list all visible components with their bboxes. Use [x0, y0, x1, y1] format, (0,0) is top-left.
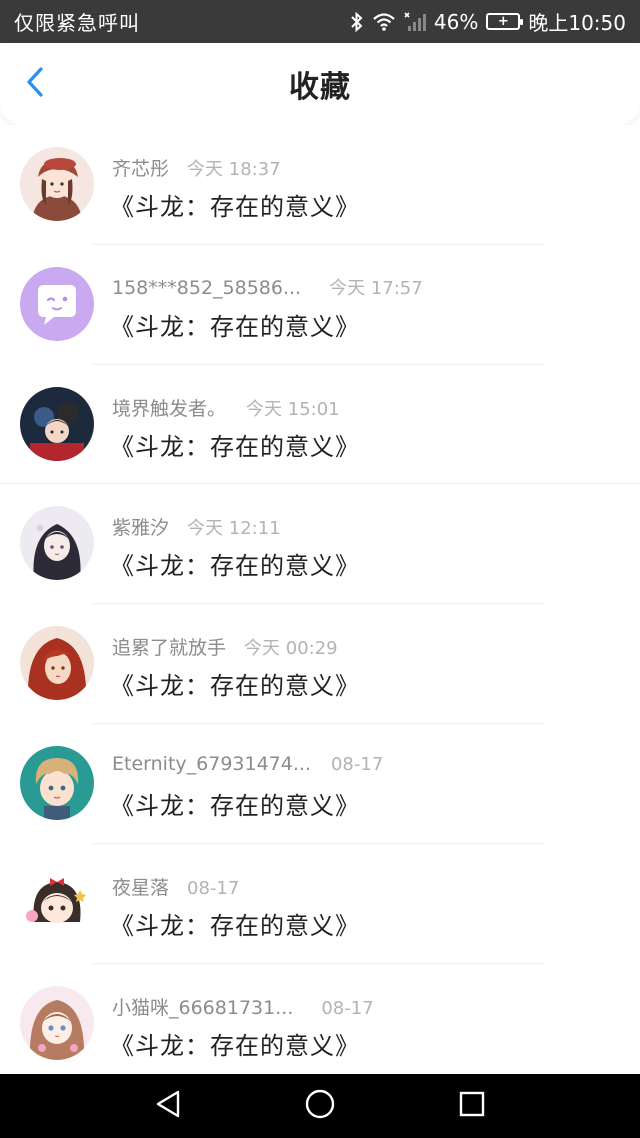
page-title: 收藏 — [289, 70, 351, 105]
circle-home-icon — [304, 1088, 336, 1124]
battery-percent: 46% — [433, 9, 479, 34]
favorite-title[interactable]: 《斗龙：存在的意义》 — [110, 307, 360, 342]
wifi-icon — [372, 12, 396, 32]
header: 收藏 — [0, 43, 640, 125]
item-meta: 境界触发者。 今天 15:01 — [112, 394, 340, 421]
user-name[interactable]: 境界触发者。 — [112, 394, 226, 421]
timestamp: 今天 00:29 — [244, 638, 338, 660]
avatar-dark-hair-girl[interactable] — [20, 506, 94, 581]
list-item[interactable]: 紫雅汐 今天 12:11 《斗龙：存在的意义》 — [0, 484, 640, 605]
list-item[interactable]: 齐芯彤 今天 18:37 《斗龙：存在的意义》 — [0, 125, 640, 245]
bluetooth-icon — [350, 11, 364, 32]
favorite-title[interactable]: 《斗龙：存在的意义》 — [110, 427, 360, 462]
item-meta: 158***852_58586... 今天 17:57 — [112, 274, 423, 300]
avatar-pink-girl[interactable] — [20, 985, 94, 1060]
square-recents-icon — [458, 1090, 486, 1122]
user-name[interactable]: 小猫咪_66681731... — [112, 993, 293, 1020]
favorite-title[interactable]: 《斗龙：存在的意义》 — [110, 786, 360, 821]
favorite-title[interactable]: 《斗龙：存在的意义》 — [110, 1026, 360, 1061]
user-name[interactable]: 齐芯彤 — [112, 154, 169, 181]
nav-recents-button[interactable] — [448, 1082, 496, 1130]
item-meta: 夜星落 08-17 — [112, 873, 239, 900]
timestamp: 08-17 — [330, 753, 384, 775]
list-item[interactable]: 158***852_58586... 今天 17:57 《斗龙：存在的意义》 — [0, 244, 640, 365]
avatar-purple-chat[interactable] — [20, 266, 94, 341]
list-item[interactable]: 小猫咪_66681731... 08-17 《斗龙：存在的意义》 — [0, 963, 640, 1084]
back-button[interactable] — [18, 67, 52, 101]
avatar-red-hair[interactable] — [20, 626, 94, 701]
favorite-title[interactable]: 《斗龙：存在的意义》 — [110, 187, 360, 222]
signal-icon — [404, 11, 426, 32]
timestamp: 今天 18:37 — [187, 159, 281, 180]
user-name[interactable]: 夜星落 — [112, 873, 169, 900]
list-item[interactable]: 境界触发者。 今天 15:01 《斗龙：存在的意义》 — [0, 364, 640, 485]
item-meta: 齐芯彤 今天 18:37 — [112, 154, 281, 181]
favorite-title[interactable]: 《斗龙：存在的意义》 — [110, 666, 360, 701]
user-name[interactable]: 158***852_58586... — [112, 277, 301, 299]
list-item[interactable]: 追累了就放手 今天 00:29 《斗龙：存在的意义》 — [0, 604, 640, 724]
status-icons: 46% + 晚上10:50 — [350, 7, 626, 36]
favorites-list: 齐芯彤 今天 18:37 《斗龙：存在的意义》 158***852_58586.… — [0, 125, 640, 1084]
triangle-back-icon — [154, 1089, 182, 1123]
item-meta: 小猫咪_66681731... 08-17 — [112, 993, 374, 1020]
item-meta: 紫雅汐 今天 12:11 — [112, 513, 281, 540]
list-item[interactable]: Eternity_67931474... 08-17 《斗龙：存在的意义》 — [0, 723, 640, 844]
status-time: 晚上10:50 — [528, 11, 626, 35]
timestamp: 08-17 — [187, 877, 240, 899]
timestamp: 今天 15:01 — [246, 398, 340, 420]
nav-home-button[interactable] — [296, 1082, 344, 1130]
battery-icon: + — [486, 13, 524, 30]
system-nav-bar — [0, 1074, 640, 1138]
item-meta: 追累了就放手 今天 00:29 — [112, 633, 338, 660]
user-name[interactable]: Eternity_67931474... — [112, 753, 311, 775]
avatar-anime-group[interactable] — [20, 386, 94, 461]
favorite-title[interactable]: 《斗龙：存在的意义》 — [110, 546, 360, 581]
status-bar: 仅限紧急呼叫 46% + 晚上10:50 — [0, 0, 640, 43]
timestamp: 今天 17:57 — [329, 277, 423, 299]
user-name[interactable]: 紫雅汐 — [112, 513, 169, 540]
avatar-girl-beret[interactable] — [20, 147, 94, 221]
timestamp: 08-17 — [321, 997, 374, 1019]
item-meta: Eternity_67931474... 08-17 — [112, 753, 383, 775]
list-item[interactable]: 夜星落 08-17 《斗龙：存在的意义》 — [0, 843, 640, 964]
user-name[interactable]: 追累了就放手 — [112, 633, 226, 660]
carrier-text: 仅限紧急呼叫 — [14, 11, 140, 35]
avatar-blond-boy[interactable] — [20, 745, 94, 820]
timestamp: 今天 12:11 — [187, 518, 281, 540]
chevron-left-icon — [25, 66, 45, 102]
nav-back-button[interactable] — [144, 1082, 192, 1130]
avatar-chibi-bow[interactable] — [20, 865, 94, 940]
favorite-title[interactable]: 《斗龙：存在的意义》 — [110, 906, 360, 941]
